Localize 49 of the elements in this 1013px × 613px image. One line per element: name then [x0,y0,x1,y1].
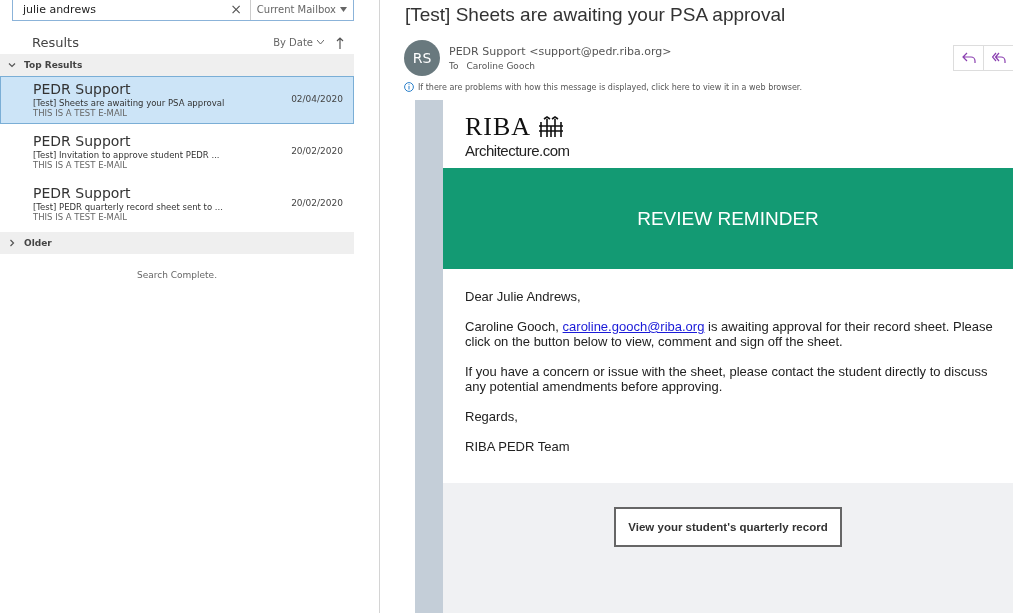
caret-icon [340,6,347,12]
signature: RIBA PEDR Team [465,439,571,454]
message-date: 02/04/2020 [291,94,343,104]
body-paragraph: Caroline Gooch, caroline.gooch@riba.org is awaiting approval for their record sheet. Please click on the button below to view, comment and sign off the sheet. [465,319,994,349]
sort-dropdown[interactable]: By Date [273,37,324,48]
reply-icon [961,52,976,64]
sender-name: PEDR Support [33,132,132,150]
body-paragraph: If you have a concern or issue with the sheet, please contact the student directly to discuss any potential amendments before approving. [465,364,989,394]
search-text: julie andrews [22,2,97,16]
sort-direction-icon[interactable] [336,36,344,49]
message-item[interactable]: PEDR Support [Test] PEDR quarterly record sheet sent to ... THIS IS A TEST E-MAIL 20/02/2020 [0,180,354,228]
chevron-icon [8,239,16,247]
group-header[interactable]: Top Results [0,54,354,76]
reminder-banner: REVIEW REMINDER [443,168,1013,269]
browser-view-notice[interactable]: If there are problems with how this message is displayed, click here to view it in a web browser. [418,82,802,92]
message-preview: THIS IS A TEST E-MAIL [33,108,128,118]
message-subject-heading: [Test] Sheets are awaiting your PSA approval [404,3,787,27]
chevron-icon [317,40,324,45]
message-preview: THIS IS A TEST E-MAIL [33,160,128,170]
reply-all-icon [991,52,1006,64]
search-status: Search Complete. [136,269,218,280]
greeting: Dear Julie Andrews, [465,289,582,304]
message-subject: [Test] Sheets are awaiting your PSA approval [33,98,226,108]
message-item[interactable]: PEDR Support [Test] Invitation to approve student PEDR ... THIS IS A TEST E-MAIL 20/02/2020 [0,128,354,176]
sender-name: PEDR Support [449,45,526,58]
chevron-icon [8,61,16,69]
message-subject: [Test] Invitation to approve student PEDR ... [33,150,221,160]
search-field[interactable]: julie andrews × Current Mailbox [12,0,354,21]
message-date: 20/02/2020 [291,146,343,156]
view-record-button[interactable]: View your student's quarterly record [614,507,842,547]
message-item[interactable]: PEDR Support [Test] Sheets are awaiting your PSA approval THIS IS A TEST E-MAIL 02/04/2020 [0,76,354,124]
message-date: 20/02/2020 [291,198,343,208]
results-title: Results [32,35,80,50]
message-preview: THIS IS A TEST E-MAIL [33,212,128,222]
scope-dropdown[interactable]: Current Mailbox [249,0,353,20]
info-icon [404,82,414,92]
sender-avatar: RS [404,40,440,76]
group-header[interactable]: Older [0,232,354,254]
clear-search-button[interactable]: × [222,1,250,17]
sender-name: PEDR Support [33,80,132,98]
sender-name: PEDR Support [33,184,132,202]
email-link[interactable]: caroline.gooch@riba.org [562,319,705,334]
recipient-name: Caroline Gooch [466,61,536,71]
logo-subtitle: Architecture.com [465,142,571,159]
sender-address: <support@pedr.riba.org> [529,45,672,58]
logo-text: RIBA [465,112,532,142]
message-subject: [Test] PEDR quarterly record sheet sent to ... [33,202,224,212]
closing: Regards, [465,409,519,424]
to-label: To [449,61,459,71]
